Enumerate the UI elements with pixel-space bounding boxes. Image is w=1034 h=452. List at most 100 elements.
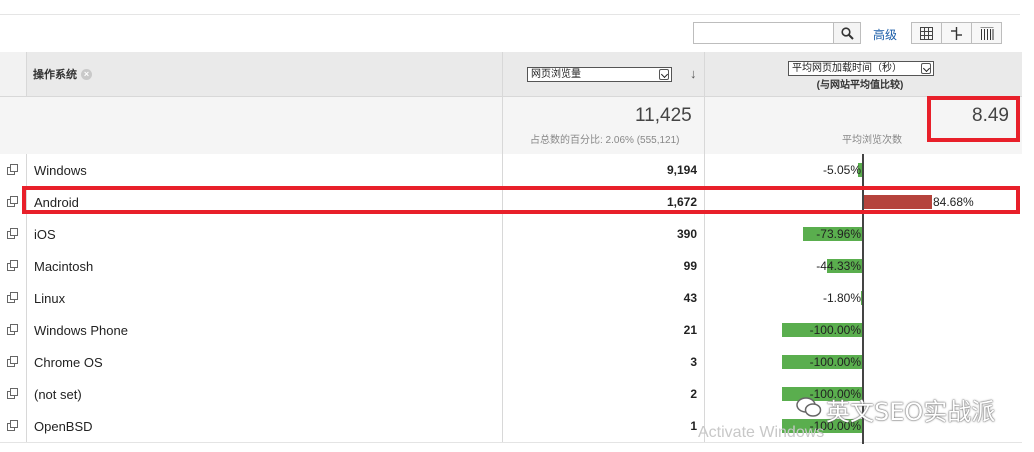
term-cloud-view-button[interactable] (972, 23, 1001, 43)
table-row[interactable]: Macintosh 99 -44.33% (0, 250, 1022, 283)
divider (502, 97, 503, 154)
divider (704, 346, 705, 378)
divider (502, 314, 503, 346)
search-icon (840, 26, 854, 40)
divider (502, 218, 503, 250)
comparison-percent: -5.05% (822, 163, 861, 177)
table-row[interactable]: Windows 9,194 -5.05% (0, 154, 1022, 187)
divider (704, 250, 705, 282)
dimension-label: 操作系统 (33, 69, 77, 81)
table-row[interactable]: Chrome OS 3 -100.00% (0, 346, 1022, 379)
divider (26, 346, 27, 378)
divider (704, 154, 705, 186)
external-link-icon[interactable] (7, 260, 18, 271)
external-link-icon[interactable] (7, 356, 18, 367)
activate-windows-watermark: Activate Windows (698, 424, 825, 441)
divider (704, 378, 705, 410)
summary-row: 11,425 占总数的百分比: 2.06% (555,121) 8.49 平均浏… (0, 97, 1022, 155)
metric-select-value: 网页浏览量 (531, 69, 581, 80)
external-link-icon[interactable] (7, 292, 18, 303)
divider (26, 218, 27, 250)
pageviews-value: 9,194 (666, 163, 697, 177)
total-pageviews: 11,425 (635, 105, 692, 126)
comparison-percent: -100.00% (809, 355, 861, 369)
search-input[interactable] (696, 24, 834, 42)
divider (502, 250, 503, 282)
external-link-icon[interactable] (7, 164, 18, 175)
external-link-icon[interactable] (7, 196, 18, 207)
divider (26, 314, 27, 346)
comparison-icon (951, 26, 962, 40)
table-row[interactable]: Linux 43 -1.80% (0, 282, 1022, 315)
os-name[interactable]: Chrome OS (34, 355, 103, 370)
os-name[interactable]: (not set) (34, 387, 82, 402)
dimension-header: 操作系统 × (33, 66, 92, 82)
remove-dimension-icon[interactable]: × (81, 68, 92, 80)
wechat-icon (796, 397, 822, 417)
table-row[interactable]: iOS 390 -73.96% (0, 218, 1022, 251)
os-name[interactable]: OpenBSD (34, 419, 93, 434)
divider (502, 154, 503, 186)
site-average-note: 平均浏览次数 (842, 135, 902, 146)
search-field[interactable] (693, 22, 861, 44)
header-spacer (0, 52, 27, 96)
divider (704, 52, 705, 96)
table-view-button[interactable] (912, 23, 942, 43)
search-button[interactable] (833, 23, 860, 43)
comparison-percent: -1.80% (822, 291, 861, 305)
report-toolbar: 高级 (0, 0, 1034, 52)
table-row[interactable]: Windows Phone 21 -100.00% (0, 314, 1022, 347)
pageviews-value: 2 (690, 387, 697, 401)
metric-select[interactable]: 网页浏览量 (527, 67, 672, 82)
chevron-down-icon (921, 63, 931, 74)
compare-select-value: 平均网页加载时间（秒） (792, 63, 902, 74)
grid-icon (920, 26, 933, 40)
view-switcher (911, 22, 1002, 44)
divider (26, 282, 27, 314)
divider (502, 378, 503, 410)
divider (26, 250, 27, 282)
comparison-percent: -44.33% (816, 259, 861, 273)
compare-metric-select[interactable]: 平均网页加载时间（秒） (788, 61, 934, 76)
compare-subtitle: (与网站平均值比较) (816, 80, 904, 91)
os-name[interactable]: Linux (34, 291, 65, 306)
divider (704, 314, 705, 346)
divider (704, 218, 705, 250)
pageviews-value: 43 (683, 291, 697, 305)
divider (502, 410, 503, 442)
table-header: 操作系统 × 网页浏览量 ↓ 平均网页加载时间（秒） (与网站平均值比较) (0, 52, 1022, 97)
pageviews-value: 390 (676, 227, 697, 241)
comparison-view-button[interactable] (942, 23, 972, 43)
os-name[interactable]: Macintosh (34, 259, 93, 274)
pageviews-value: 21 (683, 323, 697, 337)
chevron-down-icon (659, 69, 669, 80)
highlight-box (927, 96, 1020, 142)
external-link-icon[interactable] (7, 388, 18, 399)
comparison-percent: -73.96% (816, 227, 861, 241)
os-name[interactable]: iOS (34, 227, 56, 242)
brand-watermark: 英文SEO实战派 (826, 398, 996, 426)
highlight-box (22, 186, 1020, 214)
divider (502, 346, 503, 378)
divider (0, 14, 1020, 15)
os-name[interactable]: Windows (34, 163, 87, 178)
divider (502, 282, 503, 314)
divider (26, 410, 27, 442)
divider (26, 378, 27, 410)
divider (704, 282, 705, 314)
external-link-icon[interactable] (7, 324, 18, 335)
external-link-icon[interactable] (7, 228, 18, 239)
external-link-icon[interactable] (7, 420, 18, 431)
divider (502, 52, 503, 96)
divider (26, 154, 27, 186)
bars-icon (980, 26, 993, 40)
total-pageviews-note: 占总数的百分比: 2.06% (555,121) (530, 135, 680, 146)
os-name[interactable]: Windows Phone (34, 323, 128, 338)
advanced-filter-link[interactable]: 高级 (873, 26, 897, 43)
sort-down-icon[interactable]: ↓ (690, 66, 697, 81)
pageviews-value: 99 (683, 259, 697, 273)
pageviews-value: 3 (690, 355, 697, 369)
pageviews-value: 1 (690, 419, 697, 433)
divider (704, 97, 705, 154)
comparison-percent: -100.00% (809, 323, 861, 337)
